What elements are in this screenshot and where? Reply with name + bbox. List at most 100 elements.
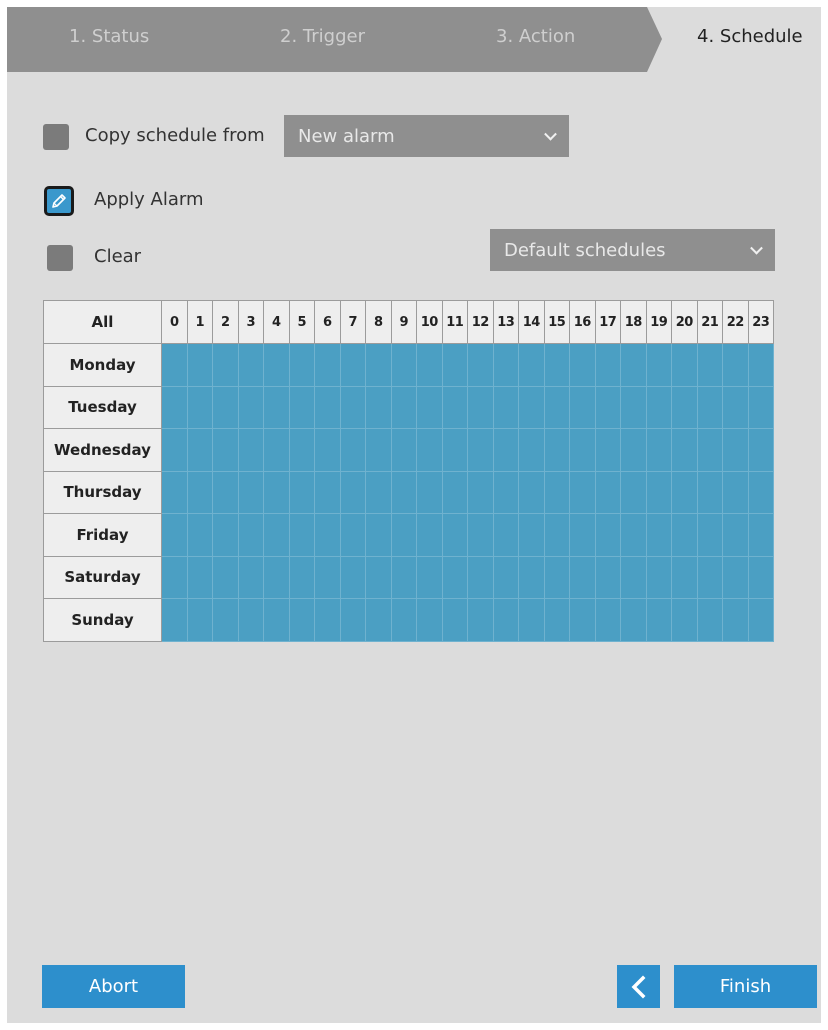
schedule-cell[interactable] <box>645 555 672 599</box>
schedule-cell[interactable] <box>492 428 519 472</box>
schedule-cell[interactable] <box>518 555 545 599</box>
schedule-cell[interactable] <box>492 555 519 599</box>
schedule-cell[interactable] <box>390 513 417 557</box>
schedule-cell[interactable] <box>671 343 698 387</box>
hour-header[interactable]: 20 <box>671 300 698 344</box>
schedule-cell[interactable] <box>237 470 264 514</box>
hour-header[interactable]: 3 <box>237 300 264 344</box>
schedule-cell[interactable] <box>390 470 417 514</box>
schedule-cell[interactable] <box>263 598 290 642</box>
schedule-cell[interactable] <box>518 385 545 429</box>
select-all-header[interactable]: All <box>43 300 162 344</box>
schedule-cell[interactable] <box>288 428 315 472</box>
hour-header[interactable]: 5 <box>288 300 315 344</box>
schedule-cell[interactable] <box>747 598 774 642</box>
schedule-cell[interactable] <box>314 385 341 429</box>
hour-header[interactable]: 18 <box>620 300 647 344</box>
schedule-cell[interactable] <box>416 470 443 514</box>
schedule-cell[interactable] <box>441 343 468 387</box>
schedule-cell[interactable] <box>186 598 213 642</box>
hour-header[interactable]: 6 <box>314 300 341 344</box>
schedule-cell[interactable] <box>569 555 596 599</box>
schedule-cell[interactable] <box>314 470 341 514</box>
schedule-cell[interactable] <box>237 385 264 429</box>
schedule-cell[interactable] <box>594 470 621 514</box>
hour-header[interactable]: 0 <box>161 300 188 344</box>
schedule-cell[interactable] <box>492 513 519 557</box>
schedule-cell[interactable] <box>492 385 519 429</box>
schedule-cell[interactable] <box>390 343 417 387</box>
schedule-cell[interactable] <box>543 428 570 472</box>
schedule-cell[interactable] <box>671 513 698 557</box>
schedule-cell[interactable] <box>594 598 621 642</box>
schedule-cell[interactable] <box>569 428 596 472</box>
schedule-cell[interactable] <box>543 555 570 599</box>
schedule-cell[interactable] <box>441 555 468 599</box>
schedule-cell[interactable] <box>671 385 698 429</box>
schedule-cell[interactable] <box>263 555 290 599</box>
schedule-cell[interactable] <box>594 428 621 472</box>
schedule-cell[interactable] <box>314 428 341 472</box>
schedule-cell[interactable] <box>492 598 519 642</box>
copy-schedule-checkbox[interactable] <box>43 124 69 150</box>
hour-header[interactable]: 8 <box>365 300 392 344</box>
abort-button[interactable]: Abort <box>42 965 185 1008</box>
schedule-cell[interactable] <box>161 555 188 599</box>
schedule-cell[interactable] <box>365 555 392 599</box>
schedule-cell[interactable] <box>696 343 723 387</box>
schedule-cell[interactable] <box>467 513 494 557</box>
schedule-cell[interactable] <box>620 555 647 599</box>
schedule-cell[interactable] <box>441 385 468 429</box>
schedule-cell[interactable] <box>467 428 494 472</box>
schedule-cell[interactable] <box>441 428 468 472</box>
hour-header[interactable]: 22 <box>722 300 749 344</box>
apply-alarm-button[interactable] <box>44 186 74 216</box>
schedule-cell[interactable] <box>620 598 647 642</box>
hour-header[interactable]: 10 <box>416 300 443 344</box>
hour-header[interactable]: 2 <box>212 300 239 344</box>
schedule-cell[interactable] <box>416 343 443 387</box>
schedule-cell[interactable] <box>492 343 519 387</box>
schedule-cell[interactable] <box>416 598 443 642</box>
schedule-cell[interactable] <box>645 513 672 557</box>
schedule-cell[interactable] <box>263 428 290 472</box>
schedule-cell[interactable] <box>365 598 392 642</box>
schedule-cell[interactable] <box>722 513 749 557</box>
day-header[interactable]: Wednesday <box>43 428 162 472</box>
hour-header[interactable]: 23 <box>747 300 774 344</box>
schedule-cell[interactable] <box>237 513 264 557</box>
schedule-cell[interactable] <box>696 385 723 429</box>
copy-schedule-select[interactable]: New alarm <box>284 115 569 157</box>
schedule-cell[interactable] <box>518 343 545 387</box>
schedule-cell[interactable] <box>696 470 723 514</box>
hour-header[interactable]: 12 <box>467 300 494 344</box>
schedule-cell[interactable] <box>722 428 749 472</box>
schedule-cell[interactable] <box>339 385 366 429</box>
schedule-cell[interactable] <box>569 470 596 514</box>
hour-header[interactable]: 4 <box>263 300 290 344</box>
schedule-cell[interactable] <box>467 555 494 599</box>
schedule-cell[interactable] <box>569 343 596 387</box>
schedule-cell[interactable] <box>645 598 672 642</box>
schedule-cell[interactable] <box>212 343 239 387</box>
schedule-cell[interactable] <box>186 385 213 429</box>
schedule-cell[interactable] <box>365 470 392 514</box>
day-header[interactable]: Friday <box>43 513 162 557</box>
day-header[interactable]: Thursday <box>43 470 162 514</box>
schedule-cell[interactable] <box>594 555 621 599</box>
schedule-cell[interactable] <box>645 343 672 387</box>
schedule-cell[interactable] <box>467 343 494 387</box>
schedule-cell[interactable] <box>518 513 545 557</box>
schedule-cell[interactable] <box>365 343 392 387</box>
schedule-cell[interactable] <box>339 555 366 599</box>
schedule-cell[interactable] <box>722 598 749 642</box>
schedule-cell[interactable] <box>747 470 774 514</box>
schedule-cell[interactable] <box>263 470 290 514</box>
schedule-cell[interactable] <box>288 598 315 642</box>
schedule-cell[interactable] <box>569 513 596 557</box>
schedule-cell[interactable] <box>314 513 341 557</box>
hour-header[interactable]: 21 <box>696 300 723 344</box>
schedule-cell[interactable] <box>441 598 468 642</box>
schedule-cell[interactable] <box>747 555 774 599</box>
schedule-cell[interactable] <box>288 470 315 514</box>
